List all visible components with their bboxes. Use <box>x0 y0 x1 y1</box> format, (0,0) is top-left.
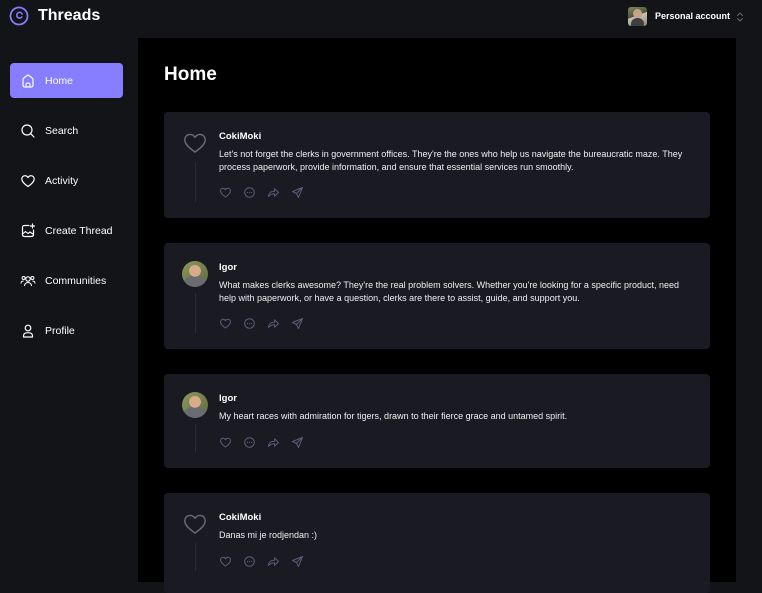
thread-actions <box>219 436 304 449</box>
sidebar-item-home[interactable]: Home <box>10 63 123 98</box>
sidebar-item-label: Search <box>45 124 79 137</box>
repost-icon[interactable] <box>267 317 280 330</box>
thread-author[interactable]: Igor <box>219 393 237 404</box>
thread-card[interactable]: CokiMoki Danas mi je rodjendan :) <box>164 493 710 593</box>
thread-text: What makes clerks awesome? They're the r… <box>219 280 679 303</box>
thread-actions <box>219 186 304 199</box>
thread-text: Danas mi je rodjendan :) <box>219 530 318 540</box>
sidebar-item-search[interactable]: Search <box>10 113 123 148</box>
sidebar-item-profile[interactable]: Profile <box>10 313 123 348</box>
thread-card[interactable]: Igor What makes clerks awesome? They're … <box>164 243 710 349</box>
sidebar-item-label: Activity <box>45 174 79 187</box>
reply-icon[interactable] <box>243 555 256 568</box>
sidebar-item-create-thread[interactable]: Create Thread <box>10 213 123 248</box>
repost-icon[interactable] <box>267 555 280 568</box>
reply-icon[interactable] <box>243 186 256 199</box>
heart-icon <box>21 174 35 187</box>
like-icon[interactable] <box>219 555 232 568</box>
author-avatar[interactable] <box>182 261 208 287</box>
thread-author[interactable]: Igor <box>219 262 237 273</box>
page-title: Home <box>164 64 217 85</box>
thread-author[interactable]: CokiMoki <box>219 512 261 523</box>
thread-actions <box>219 317 304 330</box>
repost-icon[interactable] <box>267 436 280 449</box>
sidebar-item-label: Profile <box>45 324 75 337</box>
sidebar-item-communities[interactable]: Communities <box>10 263 123 298</box>
thread-text: My heart races with admiration for tiger… <box>219 411 568 421</box>
like-icon[interactable] <box>219 436 232 449</box>
thread-connector-line <box>195 543 196 571</box>
like-icon[interactable] <box>219 186 232 199</box>
thread-card[interactable]: Igor My heart races with admiration for … <box>164 374 710 468</box>
communities-icon <box>20 275 36 286</box>
reply-icon[interactable] <box>243 436 256 449</box>
like-icon[interactable] <box>219 317 232 330</box>
repost-icon[interactable] <box>267 186 280 199</box>
author-avatar[interactable] <box>182 392 208 418</box>
thread-connector-line <box>195 162 196 202</box>
thread-connector-line <box>195 424 196 452</box>
home-icon <box>22 73 34 88</box>
right-gutter <box>736 38 762 582</box>
thread-author[interactable]: CokiMoki <box>219 131 261 142</box>
author-avatar-heart-icon[interactable] <box>182 130 208 156</box>
author-avatar-heart-icon[interactable] <box>182 511 208 537</box>
sidebar-item-label: Home <box>45 74 74 87</box>
top-bar: Threads Personal account <box>0 0 762 32</box>
sidebar-item-label: Communities <box>45 274 107 287</box>
account-switcher[interactable]: Personal account <box>627 6 744 26</box>
main-feed: Home CokiMoki Let's not forget the clerk… <box>138 38 736 593</box>
thread-text: Let's not forget the clerks in governmen… <box>219 149 683 172</box>
left-sidebar: Home Search Activity Create Thread Commu… <box>0 38 138 582</box>
share-icon[interactable] <box>291 436 304 449</box>
chevron-up-down-icon[interactable] <box>736 10 744 22</box>
thread-card[interactable]: CokiMoki Let's not forget the clerks in … <box>164 112 710 218</box>
thread-connector-line <box>195 293 196 333</box>
app-title[interactable]: Threads <box>38 6 100 26</box>
threads-logo-icon[interactable] <box>9 6 29 26</box>
sidebar-item-label: Create Thread <box>45 224 113 237</box>
account-label[interactable]: Personal account <box>655 11 730 21</box>
share-icon[interactable] <box>291 317 304 330</box>
sidebar-item-activity[interactable]: Activity <box>10 163 123 198</box>
reply-icon[interactable] <box>243 317 256 330</box>
create-thread-icon <box>21 222 36 237</box>
profile-icon <box>22 324 34 338</box>
thread-actions <box>219 555 304 568</box>
account-avatar[interactable] <box>627 6 647 26</box>
search-icon <box>21 123 35 138</box>
share-icon[interactable] <box>291 555 304 568</box>
share-icon[interactable] <box>291 186 304 199</box>
